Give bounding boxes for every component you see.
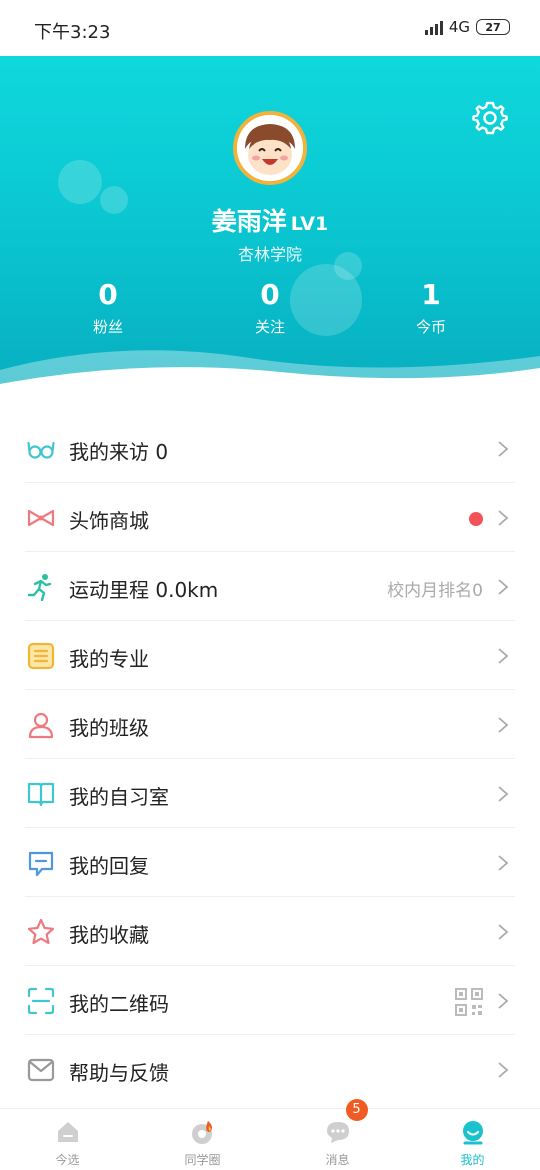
notebook-icon bbox=[27, 642, 55, 670]
tab-label: 同学圈 bbox=[184, 1153, 221, 1167]
menu-item-replies[interactable]: 我的回复 bbox=[25, 828, 515, 897]
tab-home[interactable]: 今选 bbox=[0, 1109, 135, 1170]
bow-icon bbox=[27, 509, 55, 527]
decor-bubble bbox=[58, 160, 102, 204]
chevron-right-icon bbox=[498, 993, 509, 1009]
menu-item-study-room[interactable]: 我的自习室 bbox=[25, 759, 515, 828]
profile-icon bbox=[462, 1121, 483, 1145]
menu-label: 我的自习室 bbox=[69, 785, 169, 809]
person-icon bbox=[28, 712, 54, 739]
menu-label: 我的回复 bbox=[69, 854, 149, 878]
network-label: 4G bbox=[448, 18, 470, 36]
menu-item-visitors[interactable]: 我的来访 0 bbox=[25, 414, 515, 483]
running-icon bbox=[27, 574, 52, 601]
status-bar: 下午3:23 4G 27 bbox=[0, 0, 540, 56]
signal-icon bbox=[424, 19, 443, 35]
menu-item-help-feedback[interactable]: 帮助与反馈 bbox=[25, 1035, 515, 1104]
menu-item-exercise-mileage[interactable]: 运动里程 0.0km 校内月排名0 bbox=[25, 552, 515, 621]
user-school: 杏林学院 bbox=[237, 245, 302, 264]
bottom-tab-bar: 今选 同学圈 5 消息 我的 bbox=[0, 1099, 540, 1170]
avatar[interactable] bbox=[233, 111, 307, 185]
comment-icon bbox=[28, 851, 54, 877]
campus-rank-text: 校内月排名0 bbox=[387, 581, 483, 601]
chevron-right-icon bbox=[498, 924, 509, 940]
stat-following[interactable]: 0 关注 bbox=[210, 278, 330, 337]
chevron-right-icon bbox=[498, 579, 509, 595]
menu-list: 我的来访 0 头饰商城 运动里程 0.0km 校内月排名0 我的专业 我的班级 … bbox=[0, 414, 540, 1104]
chevron-right-icon bbox=[498, 855, 509, 871]
menu-label: 我的来访 0 bbox=[69, 440, 169, 464]
menu-label: 我的专业 bbox=[69, 647, 149, 671]
menu-label: 头饰商城 bbox=[69, 509, 149, 533]
chevron-right-icon bbox=[498, 1062, 509, 1078]
scan-icon bbox=[27, 987, 55, 1015]
menu-label: 我的收藏 bbox=[69, 923, 149, 947]
menu-label: 帮助与反馈 bbox=[69, 1061, 169, 1085]
chevron-right-icon bbox=[498, 648, 509, 664]
menu-item-qr-code[interactable]: 我的二维码 bbox=[25, 966, 515, 1035]
mail-icon bbox=[27, 1058, 55, 1082]
message-count-badge: 5 bbox=[345, 1099, 368, 1121]
circle-fire-icon bbox=[191, 1121, 212, 1144]
tab-label: 我的 bbox=[460, 1153, 485, 1167]
stat-value: 0 bbox=[98, 278, 118, 311]
chevron-right-icon bbox=[498, 441, 509, 457]
user-level: LV1 bbox=[290, 213, 329, 235]
chevron-right-icon bbox=[498, 786, 509, 802]
status-time: 下午3:23 bbox=[34, 22, 111, 43]
stat-fans[interactable]: 0 粉丝 bbox=[48, 278, 168, 337]
home-icon bbox=[57, 1122, 78, 1142]
book-icon bbox=[27, 782, 55, 807]
tab-mine[interactable]: 我的 bbox=[405, 1109, 540, 1170]
stat-coins[interactable]: 1 今币 bbox=[371, 278, 491, 337]
chevron-right-icon bbox=[498, 717, 509, 733]
notification-dot bbox=[469, 512, 483, 526]
tab-label: 消息 bbox=[325, 1153, 350, 1167]
tab-classmates[interactable]: 同学圈 bbox=[135, 1109, 270, 1170]
menu-label: 运动里程 0.0km bbox=[69, 578, 219, 602]
tab-label: 今选 bbox=[55, 1153, 80, 1167]
chat-icon bbox=[326, 1122, 349, 1143]
menu-item-headwear-shop[interactable]: 头饰商城 bbox=[25, 483, 515, 552]
stat-value: 0 bbox=[260, 278, 280, 311]
star-icon bbox=[27, 918, 55, 945]
profile-header: 姜雨洋 LV1 杏林学院 0 粉丝 0 关注 1 今币 bbox=[0, 56, 540, 392]
menu-item-major[interactable]: 我的专业 bbox=[25, 621, 515, 690]
menu-item-class[interactable]: 我的班级 bbox=[25, 690, 515, 759]
glasses-icon bbox=[27, 441, 55, 459]
settings-gear-icon[interactable] bbox=[472, 100, 508, 136]
menu-item-favorites[interactable]: 我的收藏 bbox=[25, 897, 515, 966]
menu-label: 我的班级 bbox=[69, 716, 149, 740]
user-name: 姜雨洋 bbox=[211, 207, 287, 236]
tab-messages[interactable]: 5 消息 bbox=[270, 1099, 405, 1170]
battery-level: 27 bbox=[485, 20, 501, 34]
status-indicators: 4G 27 bbox=[424, 18, 510, 36]
chevron-right-icon bbox=[498, 510, 509, 526]
qr-code-icon bbox=[455, 988, 483, 1016]
avatar-face-icon bbox=[237, 115, 303, 181]
user-name-row: 姜雨洋 LV1 bbox=[0, 202, 540, 238]
header-wave bbox=[0, 350, 540, 392]
stat-value: 1 bbox=[421, 278, 441, 311]
menu-label: 我的二维码 bbox=[69, 992, 169, 1016]
battery-icon: 27 bbox=[476, 19, 510, 35]
